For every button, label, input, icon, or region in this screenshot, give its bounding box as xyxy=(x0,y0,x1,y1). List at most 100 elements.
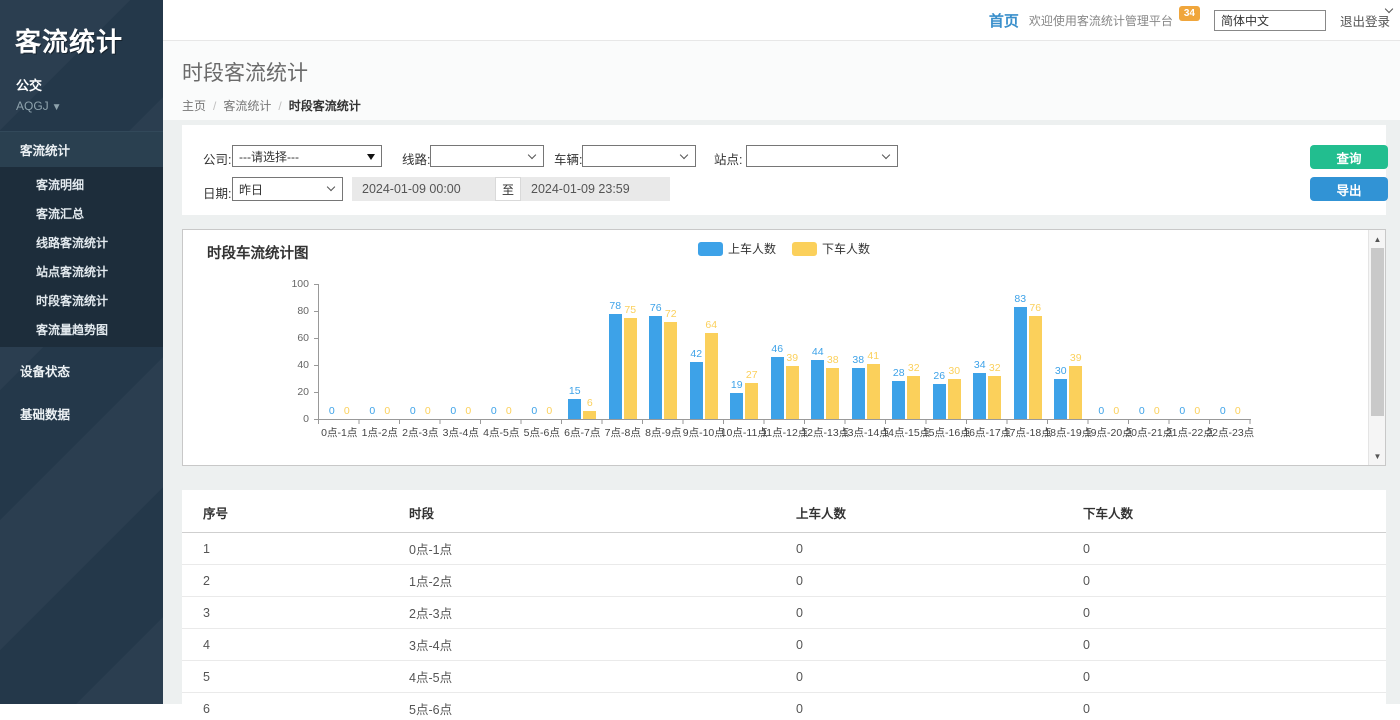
sidebar-subitem-1[interactable]: 客流明细 xyxy=(0,170,163,199)
date-label: 日期: xyxy=(203,183,231,202)
legend-item[interactable]: 上车人数 xyxy=(698,240,776,257)
language-select[interactable]: 简体中文 xyxy=(1214,10,1326,31)
scrollbar-thumb[interactable] xyxy=(1371,248,1384,416)
bar-value-label: 41 xyxy=(867,350,879,362)
legend-item[interactable]: 下车人数 xyxy=(792,240,870,257)
hourly-passenger-table: 序号时段上车人数下车人数 10点-1点0021点-2点0032点-3点0043点… xyxy=(182,490,1386,720)
sidebar-item-device-status[interactable]: 设备状态 xyxy=(0,351,163,390)
x-axis-label: 6点-7点 xyxy=(564,425,600,440)
bar xyxy=(745,383,758,419)
bar-value-label: 32 xyxy=(989,362,1001,374)
table-cell: 4 xyxy=(182,629,409,661)
y-axis: 020406080100 xyxy=(279,284,309,419)
bar xyxy=(771,357,784,419)
bar-value-label: 0 xyxy=(1235,405,1241,417)
chart-scrollbar[interactable]: ▲ ▼ xyxy=(1368,230,1385,465)
bar-value-label: 0 xyxy=(1098,405,1104,417)
table-row: 32点-3点00 xyxy=(182,597,1386,629)
table-header-cell: 上车人数 xyxy=(796,490,1083,533)
bar-group: 303918点-19点 xyxy=(1048,284,1089,419)
bar-value-label: 34 xyxy=(974,359,986,371)
bar-value-label: 42 xyxy=(690,348,702,360)
bar xyxy=(568,399,581,419)
table-header-cell: 序号 xyxy=(182,490,409,533)
bar-value-label: 0 xyxy=(1139,405,1145,417)
sidebar-subitem-4[interactable]: 站点客流统计 xyxy=(0,257,163,286)
bar xyxy=(1069,366,1082,419)
bar-group: 0020点-21点 xyxy=(1129,284,1170,419)
x-axis-label: 4点-5点 xyxy=(483,425,519,440)
bar-value-label: 64 xyxy=(705,319,717,331)
bar xyxy=(786,366,799,419)
station-select[interactable] xyxy=(746,145,898,167)
table-row: 65点-6点00 xyxy=(182,693,1386,720)
bar xyxy=(583,411,596,419)
scroll-down-icon[interactable]: ▼ xyxy=(1369,448,1386,464)
export-button[interactable]: 导出 xyxy=(1310,177,1388,201)
bar-group: 005点-6点 xyxy=(522,284,563,419)
table-cell: 1点-2点 xyxy=(409,565,796,597)
chart-panel: 时段车流统计图 上车人数下车人数 020406080100 000点-1点001… xyxy=(182,229,1386,466)
bar-value-label: 30 xyxy=(948,365,960,377)
table-cell: 0 xyxy=(1083,693,1386,720)
y-axis-label: 60 xyxy=(279,332,309,344)
query-button[interactable]: 查询 xyxy=(1310,145,1388,169)
bar-group: 42649点-10点 xyxy=(684,284,725,419)
table-cell: 0 xyxy=(1083,661,1386,693)
vehicle-select[interactable] xyxy=(582,145,696,167)
org-selector[interactable]: AQGJ▼ xyxy=(0,94,163,113)
bar-value-label: 0 xyxy=(450,405,456,417)
bar-group: 384113点-14点 xyxy=(846,284,887,419)
sidebar-subitem-6[interactable]: 客流量趋势图 xyxy=(0,315,163,344)
sidebar-subitem-2[interactable]: 客流汇总 xyxy=(0,199,163,228)
sidebar-item-passenger-stats-group[interactable]: 客流统计 xyxy=(0,131,163,167)
notification-badge[interactable]: 34 xyxy=(1179,6,1200,21)
bar-group: 0021点-22点 xyxy=(1170,284,1211,419)
table-row: 54点-5点00 xyxy=(182,661,1386,693)
line-label: 线路: xyxy=(402,149,430,168)
bar xyxy=(892,381,905,419)
company-select[interactable]: ---请选择--- xyxy=(232,145,382,167)
bar-value-label: 46 xyxy=(771,343,783,355)
sidebar-subitem-3[interactable]: 线路客流统计 xyxy=(0,228,163,257)
sidebar-item-base-data[interactable]: 基础数据 xyxy=(0,394,163,433)
bar-group: 004点-5点 xyxy=(481,284,522,419)
date-preset-select[interactable]: 昨日 xyxy=(232,177,343,201)
sidebar-subitem-5[interactable]: 时段客流统计 xyxy=(0,286,163,315)
bar-group: 192710点-11点 xyxy=(724,284,765,419)
logout-link[interactable]: 退出登录 xyxy=(1340,11,1390,30)
x-axis-label: 7点-8点 xyxy=(605,425,641,440)
caret-down-icon: ▼ xyxy=(52,102,62,113)
home-link[interactable]: 首页 xyxy=(989,10,1019,31)
table-row: 43点-4点00 xyxy=(182,629,1386,661)
bar xyxy=(649,316,662,419)
breadcrumb-section[interactable]: 客流统计 xyxy=(223,99,271,113)
y-axis-label: 100 xyxy=(279,278,309,290)
bar-group: 002点-3点 xyxy=(400,284,441,419)
date-to-input[interactable]: 2024-01-09 23:59 xyxy=(521,177,670,201)
y-axis-label: 80 xyxy=(279,305,309,317)
org-code: AQGJ xyxy=(16,99,49,113)
bar-value-label: 0 xyxy=(506,405,512,417)
table-cell: 0 xyxy=(796,533,1083,565)
bar-value-label: 0 xyxy=(329,405,335,417)
date-from-input[interactable]: 2024-01-09 00:00 xyxy=(352,177,495,201)
table-cell: 0点-1点 xyxy=(409,533,796,565)
x-axis-label: 2点-3点 xyxy=(402,425,438,440)
company-label: 公司: xyxy=(203,149,231,168)
bar-value-label: 76 xyxy=(650,302,662,314)
scroll-up-icon[interactable]: ▲ xyxy=(1369,231,1386,247)
bar xyxy=(973,373,986,419)
breadcrumb-home[interactable]: 主页 xyxy=(182,99,206,113)
data-table-panel: 序号时段上车人数下车人数 10点-1点0021点-2点0032点-3点0043点… xyxy=(182,490,1386,720)
sidebar-menu: 客流统计 客流明细客流汇总线路客流统计站点客流统计时段客流统计客流量趋势图 设备… xyxy=(0,131,163,433)
bar-group: 76728点-9点 xyxy=(643,284,684,419)
date-range-separator: 至 xyxy=(495,177,521,201)
table-header-row: 序号时段上车人数下车人数 xyxy=(182,490,1386,533)
bar xyxy=(1054,379,1067,420)
bar-value-label: 26 xyxy=(933,370,945,382)
bar-group: 283214点-15点 xyxy=(886,284,927,419)
line-select[interactable] xyxy=(430,145,544,167)
legend-swatch-icon xyxy=(698,242,723,256)
bar-group: 001点-2点 xyxy=(360,284,401,419)
